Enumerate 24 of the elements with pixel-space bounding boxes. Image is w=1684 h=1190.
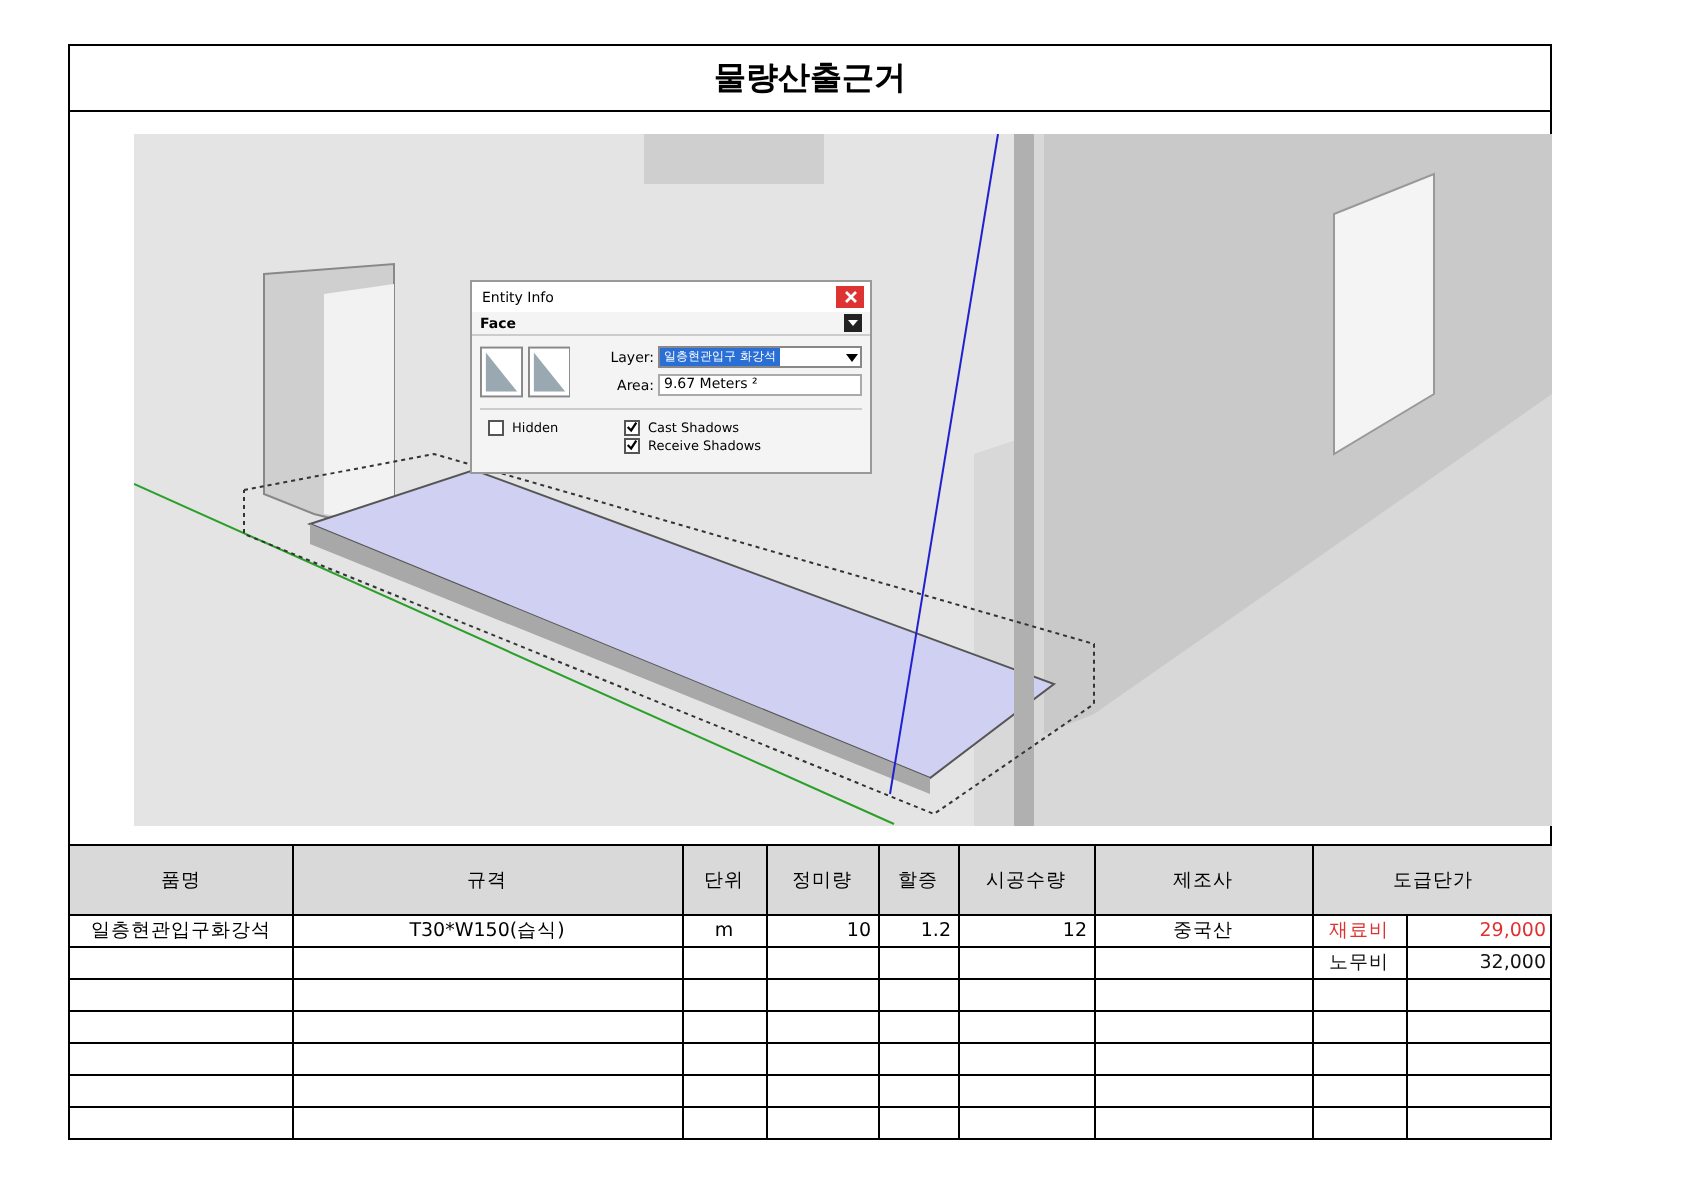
sheet-title: 물량산출근거	[70, 46, 1550, 112]
column-header: 도급단가	[1312, 845, 1552, 915]
table-cell: 재료비	[1312, 915, 1406, 947]
table-cell: 10	[766, 915, 878, 947]
table-cell: 12	[958, 915, 1094, 947]
table-cell: 1.2	[878, 915, 958, 947]
column-header: 품명	[70, 845, 292, 915]
expand-toggle-icon[interactable]	[844, 314, 862, 332]
table-cell: 노무비	[1312, 947, 1406, 979]
table-cell: m	[682, 915, 766, 947]
caret-icon	[844, 351, 860, 363]
column-header: 시공수량	[958, 845, 1094, 915]
column-header: 단위	[682, 845, 766, 915]
close-button[interactable]	[836, 286, 864, 308]
column-header: 정미량	[766, 845, 878, 915]
table-cell: T30*W150(습식)	[292, 915, 682, 947]
column-header: 규격	[292, 845, 682, 915]
front-material-icon	[480, 346, 523, 398]
table-cell: 중국산	[1094, 915, 1312, 947]
close-icon	[843, 290, 857, 304]
back-material-icon	[527, 346, 570, 398]
column-header: 제조사	[1094, 845, 1312, 915]
column-header: 할증	[878, 845, 958, 915]
table-cell: 일층현관입구화강석	[70, 915, 292, 947]
